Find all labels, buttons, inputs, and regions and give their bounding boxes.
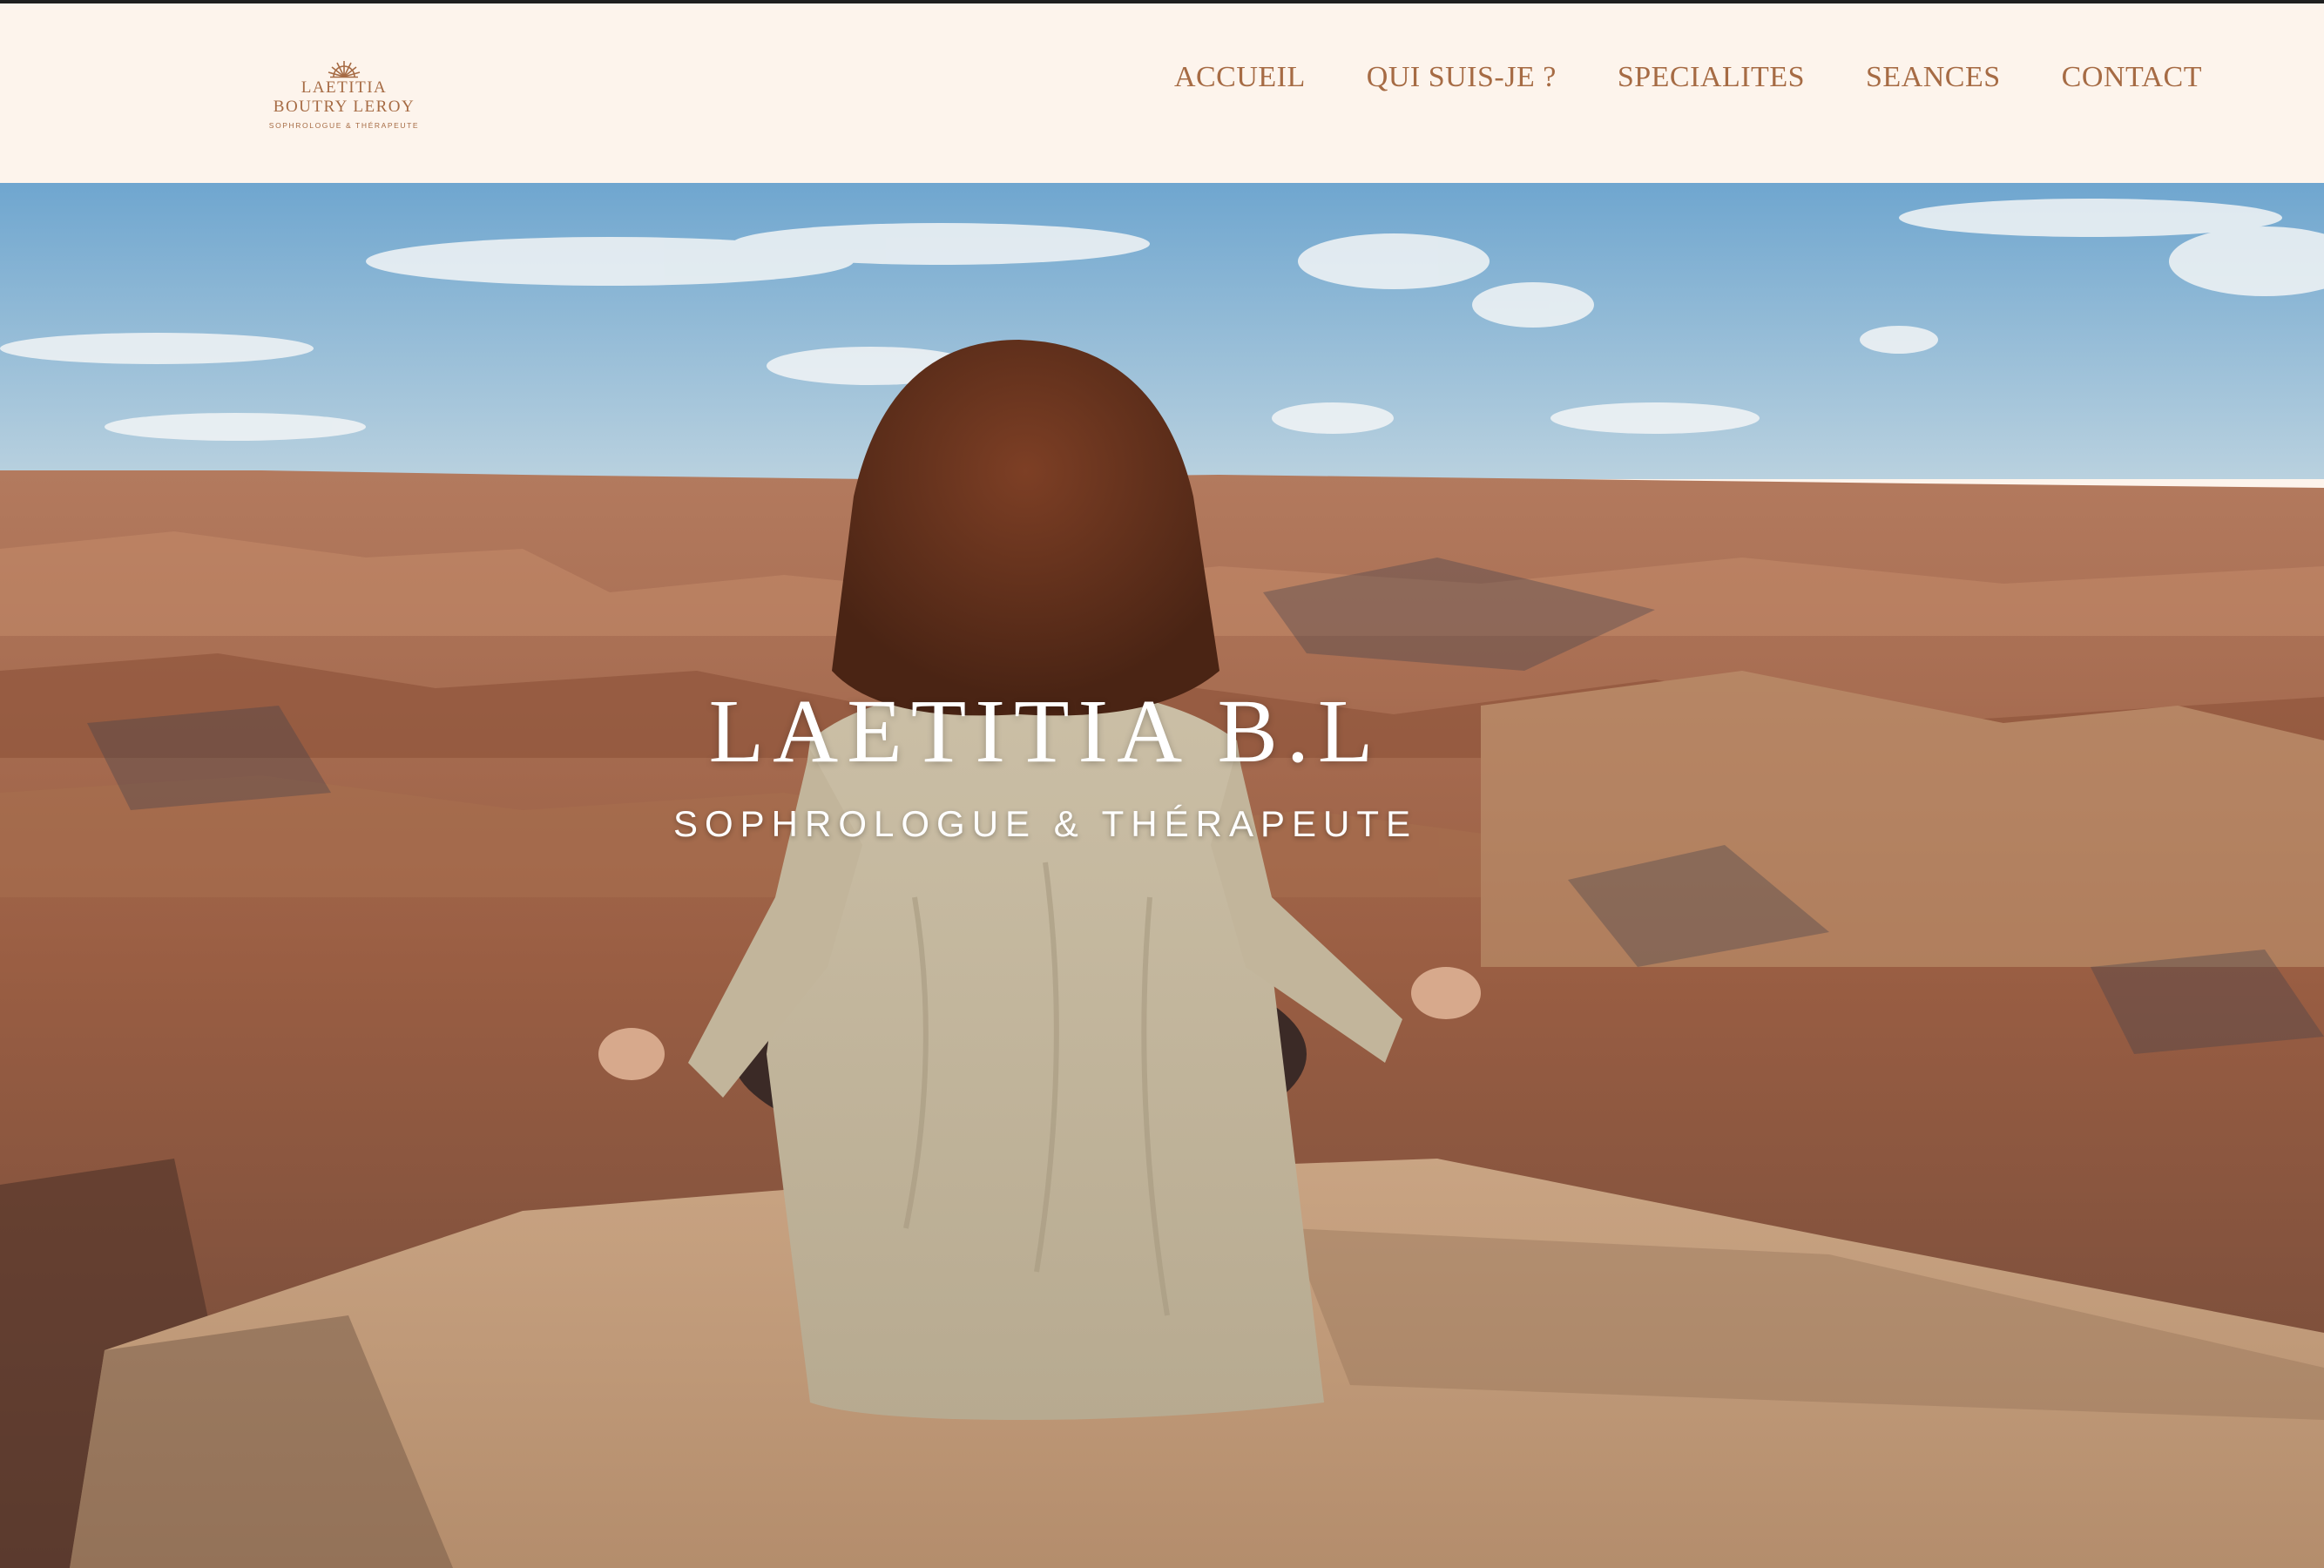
nav-link-qui-suis-je[interactable]: QUI SUIS-JE ?	[1367, 61, 1557, 94]
hero-title: LAETITIA B.L	[708, 681, 1382, 781]
hero-background-image	[0, 183, 2324, 1568]
nav-link-specialites[interactable]: SPECIALITES	[1618, 61, 1805, 94]
site-logo[interactable]: LAETITIA BOUTRY LEROY SOPHROLOGUE & THÉR…	[261, 59, 427, 155]
logo-last-name: BOUTRY LEROY	[273, 98, 415, 116]
logo-first-name: LAETITIA	[301, 78, 388, 97]
hero-subtitle: SOPHROLOGUE & THÉRAPEUTE	[672, 803, 1418, 844]
nav-link-accueil[interactable]: ACCUEIL	[1174, 61, 1306, 94]
logo-tagline: SOPHROLOGUE & THÉRAPEUTE	[268, 121, 420, 130]
site-header: LAETITIA BOUTRY LEROY SOPHROLOGUE & THÉR…	[0, 3, 2324, 183]
nav-link-contact[interactable]: CONTACT	[2062, 61, 2202, 94]
hero-section: LAETITIA B.L SOPHROLOGUE & THÉRAPEUTE	[0, 183, 2324, 1568]
main-navigation: ACCUEIL QUI SUIS-JE ? SPECIALITES SEANCE…	[1174, 61, 2202, 94]
sun-rays-icon	[328, 61, 361, 78]
nav-link-seances[interactable]: SEANCES	[1866, 61, 2001, 94]
